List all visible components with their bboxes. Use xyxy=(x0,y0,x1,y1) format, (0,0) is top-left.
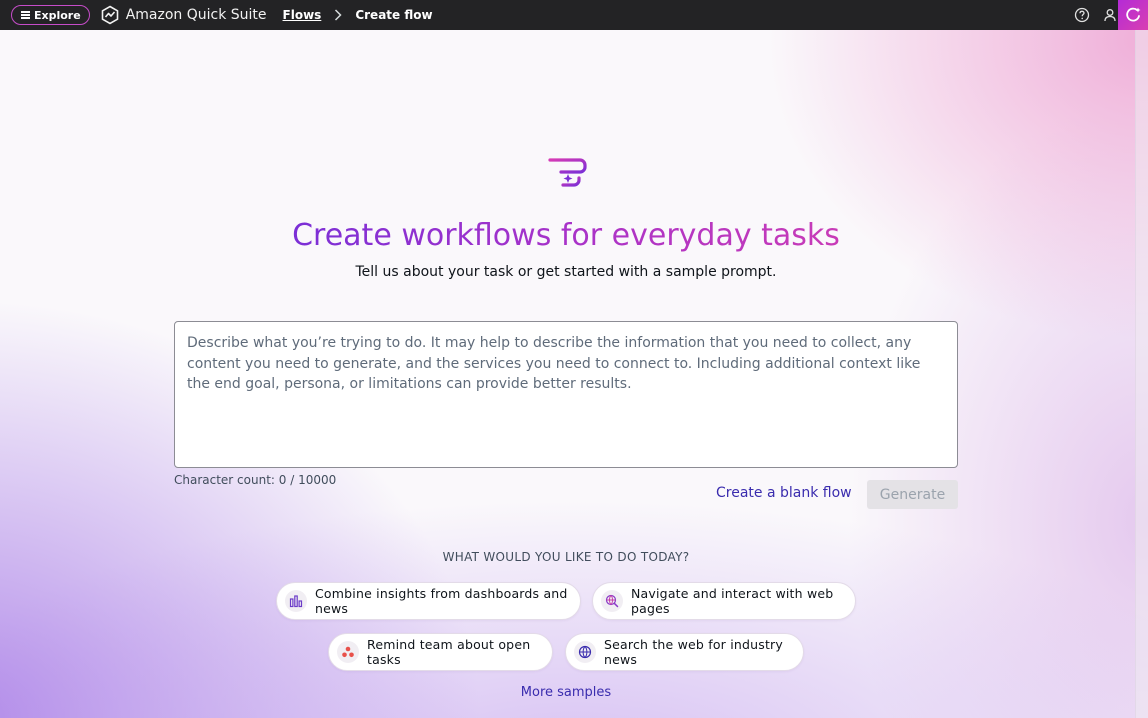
chip-label: Navigate and interact with web pages xyxy=(631,586,834,616)
sample-chip-combine-insights[interactable]: Combine insights from dashboards and new… xyxy=(276,582,581,620)
explore-label: Explore xyxy=(34,8,81,22)
chip-label: Remind team about open tasks xyxy=(367,637,531,667)
menu-icon xyxy=(21,10,30,21)
flows-logo-icon xyxy=(548,158,587,199)
sample-chip-navigate-web[interactable]: Navigate and interact with web pages xyxy=(592,582,856,620)
chip-label: Search the web for industry news xyxy=(604,637,783,667)
vertical-scrollbar[interactable] xyxy=(1135,30,1148,718)
breadcrumb-current: Create flow xyxy=(355,8,433,22)
breadcrumb-flows-link[interactable]: Flows xyxy=(283,8,322,22)
globe-icon xyxy=(574,641,596,663)
brand[interactable]: Amazon Quick Suite xyxy=(100,5,267,25)
more-samples-link[interactable]: More samples xyxy=(0,685,1132,700)
help-icon[interactable] xyxy=(1074,7,1090,23)
create-blank-flow-link[interactable]: Create a blank flow xyxy=(716,485,852,501)
chip-label: Combine insights from dashboards and new… xyxy=(315,586,568,616)
sample-chip-remind-team[interactable]: Remind team about open tasks xyxy=(328,633,553,671)
app-name: Amazon Quick Suite xyxy=(125,7,267,23)
assistant-sparkle-icon xyxy=(1126,7,1141,22)
page-subtitle: Tell us about your task or get started w… xyxy=(355,264,777,280)
sample-chip-search-news[interactable]: Search the web for industry news xyxy=(565,633,804,671)
samples-heading: WHAT WOULD YOU LIKE TO DO TODAY? xyxy=(442,550,690,564)
topbar-utilities xyxy=(1062,0,1118,30)
quick-assistant-button[interactable] xyxy=(1118,0,1148,30)
generate-button[interactable]: Generate xyxy=(867,480,958,509)
task-description-input[interactable] xyxy=(174,321,958,468)
page-title: Create workflows for everyday tasks xyxy=(292,218,840,253)
top-navigation-bar: Explore Amazon Quick Suite Flows Create … xyxy=(0,0,1148,30)
character-count: Character count: 0 / 10000 xyxy=(174,473,337,487)
quick-suite-logo-icon xyxy=(101,5,119,25)
user-profile-icon[interactable] xyxy=(1102,7,1118,23)
bar-chart-icon xyxy=(285,590,307,612)
team-icon xyxy=(337,641,359,663)
web-search-icon xyxy=(601,590,623,612)
chevron-right-icon xyxy=(335,9,342,21)
explore-button[interactable]: Explore xyxy=(11,5,90,25)
